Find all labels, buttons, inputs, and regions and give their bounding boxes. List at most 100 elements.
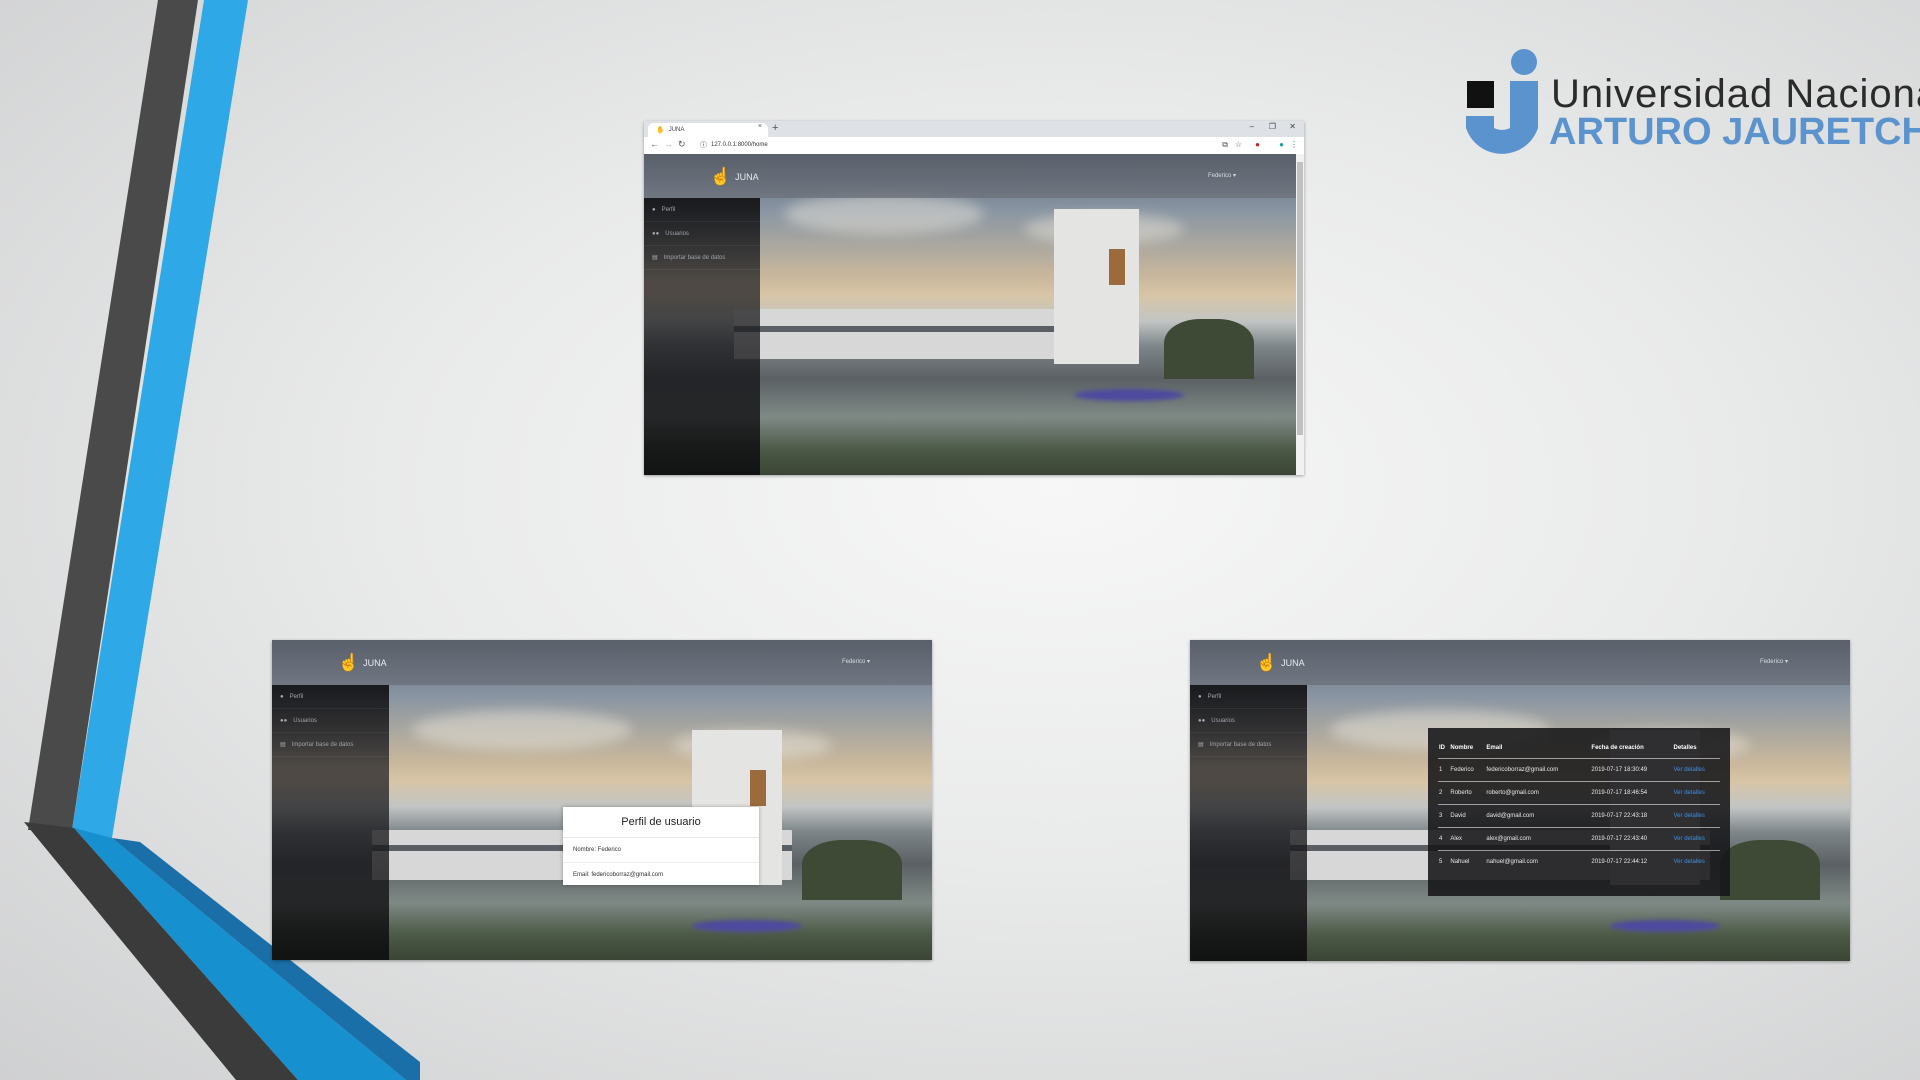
cell-created: 2019-07-17 18:30:49 <box>1590 757 1673 781</box>
sidebar-item-label: Perfil <box>1207 693 1222 700</box>
sidebar-item-importar[interactable]: ▤ Importar base de datos <box>1190 733 1307 757</box>
university-logo: Universidad Nacional ARTURO JAURETCHE <box>1466 46 1920 158</box>
details-link[interactable]: Ver detalles <box>1672 757 1720 781</box>
database-icon: ▤ <box>280 742 286 748</box>
info-icon: ⓘ <box>700 142 707 149</box>
app-logo[interactable]: ☝ JUNA <box>710 167 759 187</box>
cell-email: nahuel@gmail.com <box>1485 849 1591 873</box>
table-header-row: ID Nombre Email Fecha de creación Detall… <box>1438 738 1720 758</box>
cell-name: David <box>1449 803 1486 827</box>
cell-name: Nahuel <box>1449 849 1486 873</box>
profile-title: Perfil de usuario <box>563 807 759 838</box>
cell-id: 2 <box>1438 780 1450 804</box>
browser-tab[interactable]: ✋ JUNA × <box>648 123 768 137</box>
details-link[interactable]: Ver detalles <box>1672 803 1720 827</box>
column-header: Email <box>1486 744 1503 751</box>
sidebar-item-usuarios[interactable]: ●● Usuarios <box>1190 709 1307 733</box>
url-field[interactable]: ⓘ 127.0.0.1:8000/home <box>700 140 768 150</box>
cell-created: 2019-07-17 22:43:18 <box>1590 803 1673 827</box>
app-brand: JUNA <box>1281 658 1305 668</box>
university-mark-icon <box>1466 49 1538 154</box>
translate-icon[interactable]: ⧉ <box>1222 140 1228 150</box>
menu-kebab-icon[interactable]: ⋮ <box>1290 140 1298 149</box>
users-table: ID Nombre Email Fecha de creación Detall… <box>1438 738 1720 873</box>
screenshot-users: ☝ JUNA Federico ▾ ● Perfil ●● Usuarios ▤… <box>1190 640 1850 961</box>
profile-name-row: Nombre: Federico <box>563 838 759 863</box>
minimize-button[interactable]: – <box>1250 122 1254 131</box>
sidebar: ● Perfil ●● Usuarios ▤ Importar base de … <box>1190 685 1307 961</box>
tab-title: JUNA <box>668 127 685 133</box>
app-brand: JUNA <box>363 658 387 668</box>
sidebar-item-label: Perfil <box>289 693 304 700</box>
sidebar-item-label: Perfil <box>661 206 676 213</box>
sidebar-item-perfil[interactable]: ● Perfil <box>1190 685 1307 709</box>
sidebar-item-label: Importar base de datos <box>1209 741 1272 748</box>
cell-name: Roberto <box>1449 780 1486 804</box>
bookmark-star-icon[interactable]: ☆ <box>1235 140 1242 149</box>
app-logo[interactable]: ☝ JUNA <box>1256 653 1305 673</box>
maximize-button[interactable]: ❐ <box>1269 122 1276 131</box>
app-logo[interactable]: ☝ JUNA <box>338 653 387 673</box>
details-link[interactable]: Ver detalles <box>1672 780 1720 804</box>
app-navbar: ☝ JUNA Federico ▾ <box>644 154 1296 198</box>
cell-email: roberto@gmail.com <box>1485 780 1591 804</box>
table-row: 4 Alex alex@gmail.com 2019-07-17 22:43:4… <box>1438 826 1720 850</box>
cell-id: 3 <box>1438 803 1450 827</box>
user-menu-dropdown[interactable]: Federico ▾ <box>1760 658 1788 665</box>
browser-tab-strip: ✋ JUNA × + – ❐ ✕ <box>644 121 1304 137</box>
cell-id: 4 <box>1438 826 1450 850</box>
column-header: Nombre <box>1450 744 1474 751</box>
table-row: 3 David david@gmail.com 2019-07-17 22:43… <box>1438 803 1720 827</box>
table-row: 2 Roberto roberto@gmail.com 2019-07-17 1… <box>1438 780 1720 804</box>
details-link[interactable]: Ver detalles <box>1672 849 1720 873</box>
browser-address-bar: ← → ↻ ⓘ 127.0.0.1:8000/home ⧉ ☆ ● ● ⋮ <box>644 137 1304 155</box>
profile-card: Perfil de usuario Nombre: Federico Email… <box>563 807 759 885</box>
sidebar-item-label: Importar base de datos <box>291 741 354 748</box>
sidebar-item-usuarios[interactable]: ●● Usuarios <box>644 222 760 246</box>
profile-avatar-icon[interactable]: ● <box>1279 140 1284 149</box>
page-scrollbar[interactable] <box>1296 154 1304 475</box>
table-row: 5 Nahuel nahuel@gmail.com 2019-07-17 22:… <box>1438 849 1720 873</box>
extension-icon[interactable]: ● <box>1255 140 1260 149</box>
users-icon: ●● <box>652 230 660 237</box>
sidebar-item-perfil[interactable]: ● Perfil <box>644 198 760 222</box>
users-icon: ●● <box>280 717 288 724</box>
sidebar-item-label: Usuarios <box>1211 717 1235 724</box>
cell-name: Alex <box>1449 826 1486 850</box>
tab-favicon-icon: ✋ <box>656 127 665 134</box>
cell-created: 2019-07-17 22:43:40 <box>1590 826 1673 850</box>
column-header: ID <box>1439 744 1445 751</box>
user-icon: ● <box>1198 693 1202 700</box>
sidebar: ● Perfil ●● Usuarios ▤ Importar base de … <box>644 198 760 475</box>
details-link[interactable]: Ver detalles <box>1672 826 1720 850</box>
cell-name: Federico <box>1449 757 1486 781</box>
reload-icon[interactable]: ↻ <box>678 139 686 150</box>
cell-email: david@gmail.com <box>1485 803 1591 827</box>
tab-close-icon[interactable]: × <box>758 123 762 130</box>
close-window-button[interactable]: ✕ <box>1289 122 1296 131</box>
users-icon: ●● <box>1198 717 1206 724</box>
forward-arrow-icon[interactable]: → <box>664 139 673 149</box>
screenshot-profile: ☝ JUNA Federico ▾ ● Perfil ●● Usuarios ▤… <box>272 640 932 960</box>
sidebar-item-importar[interactable]: ▤ Importar base de datos <box>644 246 760 270</box>
sidebar-item-importar[interactable]: ▤ Importar base de datos <box>272 733 389 757</box>
user-menu-dropdown[interactable]: Federico ▾ <box>842 658 870 665</box>
app-navbar: ☝ JUNA Federico ▾ <box>1190 640 1850 685</box>
database-icon: ▤ <box>652 255 658 261</box>
user-menu-dropdown[interactable]: Federico ▾ <box>1208 172 1236 179</box>
column-header: Fecha de creación <box>1591 744 1644 751</box>
column-header: Detalles <box>1673 744 1697 751</box>
screenshot-home: ✋ JUNA × + – ❐ ✕ ← → ↻ ⓘ 127.0.0.1:8000/… <box>644 121 1304 475</box>
sidebar-item-label: Usuarios <box>293 717 317 724</box>
sidebar-item-usuarios[interactable]: ●● Usuarios <box>272 709 389 733</box>
back-arrow-icon[interactable]: ← <box>650 139 659 149</box>
app-brand: JUNA <box>735 172 759 182</box>
user-icon: ● <box>280 693 284 700</box>
cell-id: 5 <box>1438 849 1450 873</box>
sidebar-item-perfil[interactable]: ● Perfil <box>272 685 389 709</box>
hand-logo-icon: ☝ <box>710 167 732 186</box>
table-row: 1 Federico federicoborraz@gmail.com 2019… <box>1438 757 1720 781</box>
university-name-line2: ARTURO JAURETCHE <box>1549 111 1920 153</box>
url-text: 127.0.0.1:8000/home <box>711 142 768 148</box>
new-tab-button[interactable]: + <box>772 122 778 134</box>
